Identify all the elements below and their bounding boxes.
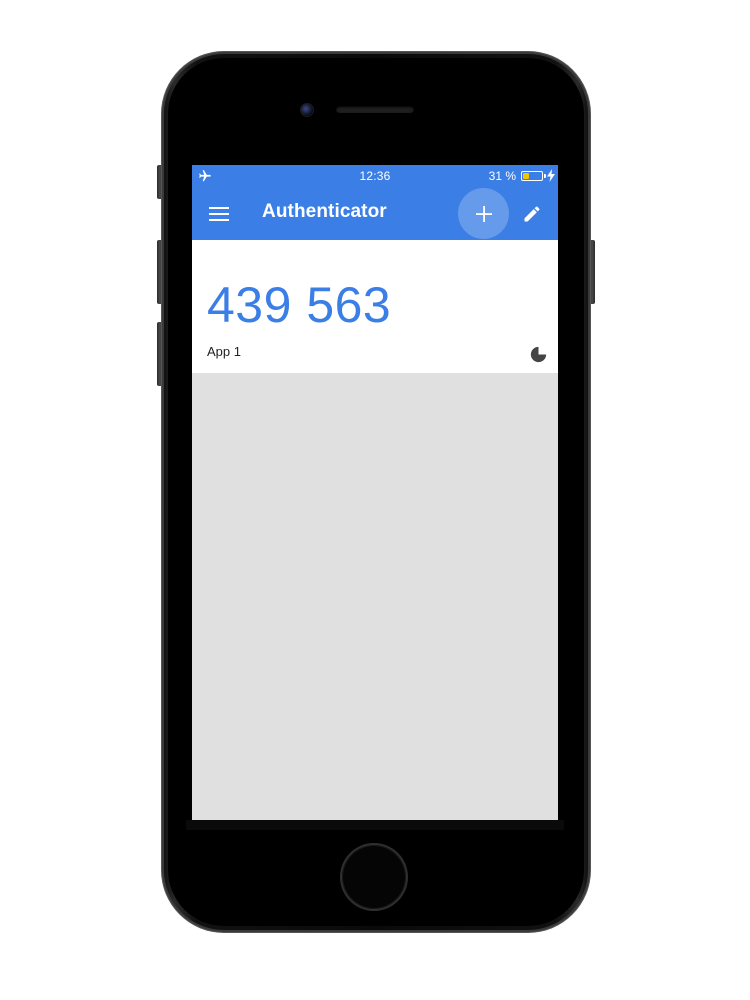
home-button[interactable] [342,845,406,909]
earpiece-speaker [336,106,414,113]
battery-icon [521,171,543,181]
hamburger-menu-icon [209,207,229,221]
battery-level-fill [523,173,529,179]
front-camera [301,104,313,116]
otp-code: 439 563 [207,277,392,333]
countdown-timer-icon [530,346,547,363]
edit-button[interactable] [516,198,548,230]
add-account-button[interactable] [458,188,509,239]
account-name: App 1 [207,344,241,359]
app-title: Authenticator [262,201,387,222]
app-bar: Authenticator [192,187,558,240]
empty-list-area [192,373,558,820]
phone-screen: 12:36 31 % Authenticator 439 563 App 1 [192,165,558,820]
menu-button[interactable] [203,198,235,230]
pencil-icon [524,206,540,222]
lightning-bolt-icon [547,169,555,182]
status-bar: 12:36 31 % [192,165,558,187]
plus-icon [475,205,492,222]
battery-tip [544,174,546,178]
battery-percentage: 31 % [488,169,516,183]
screen-lower-edge [186,820,564,830]
device-mockup: 12:36 31 % Authenticator 439 563 App 1 [0,0,750,1000]
account-card[interactable]: 439 563 App 1 [192,240,558,373]
